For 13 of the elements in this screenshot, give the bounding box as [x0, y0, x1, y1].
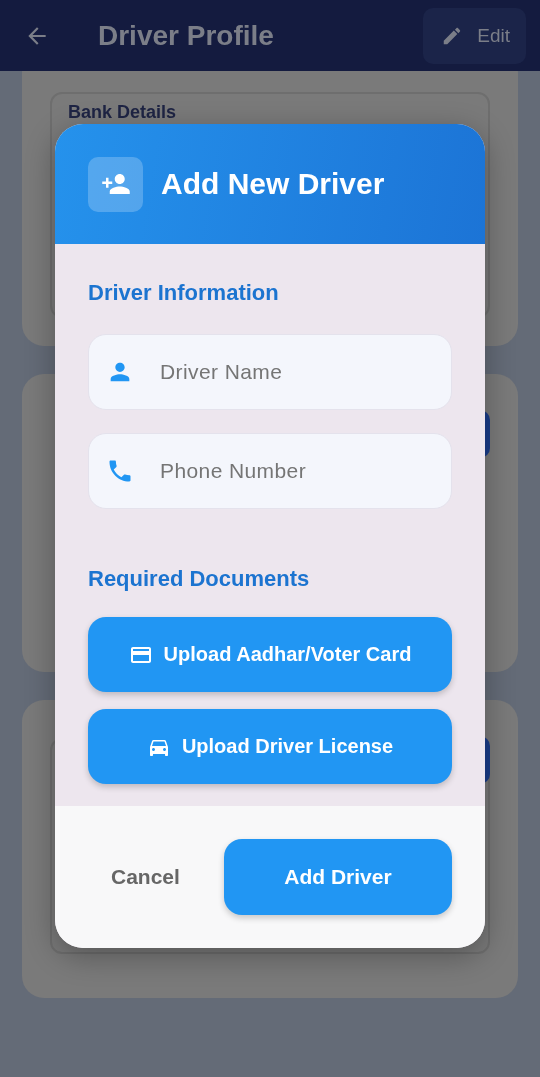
input-field[interactable]: Driver Name — [88, 334, 452, 410]
input-field[interactable]: Phone Number — [88, 433, 452, 509]
section-title: Bank Details — [68, 102, 178, 123]
upload-button[interactable]: Upload Driver License — [88, 709, 452, 784]
upload-button[interactable]: Upload Aadhar/Voter Card — [88, 617, 452, 692]
section-heading: Required Documents — [88, 566, 311, 592]
add-driver-button[interactable]: Add Driver — [223, 839, 452, 915]
edit-button[interactable]: Edit — [423, 7, 526, 64]
section-heading: Driver Information — [88, 280, 280, 306]
add-person-icon — [88, 156, 143, 212]
dialog-title: Add New Driver — [161, 167, 385, 201]
cancel-button[interactable]: Cancel — [111, 857, 180, 897]
screen-title: Driver Profile — [98, 19, 275, 52]
